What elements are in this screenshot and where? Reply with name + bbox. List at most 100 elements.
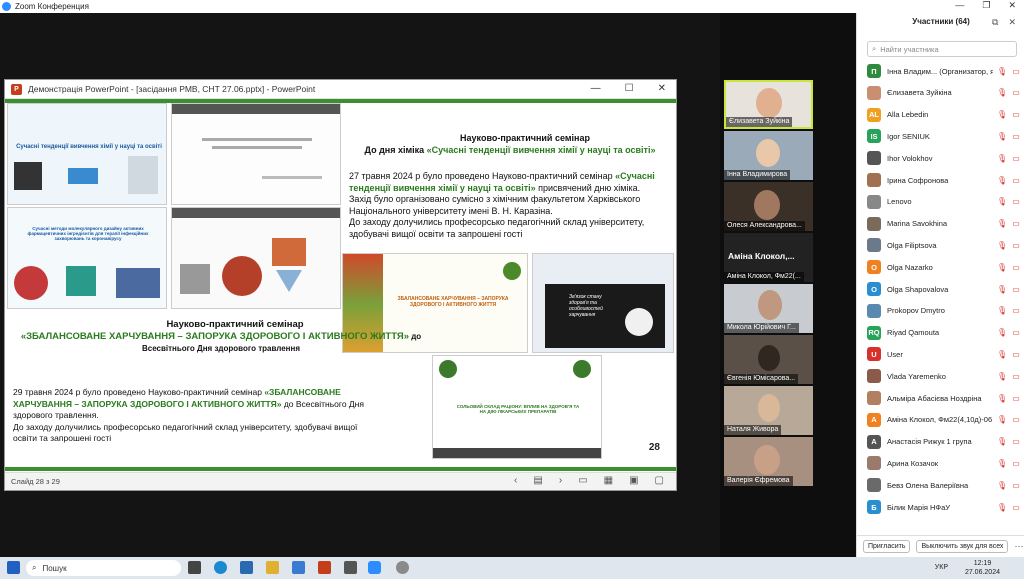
video-tile[interactable]: Єлизавета Зуйкіна <box>724 80 813 129</box>
camera-off-icon[interactable]: ▭ <box>1011 241 1021 250</box>
mic-muted-icon[interactable]: 🎙 <box>997 241 1007 250</box>
mic-muted-icon[interactable]: 🎙 <box>997 154 1007 163</box>
camera-off-icon[interactable]: ▭ <box>1011 503 1021 512</box>
participant-row[interactable]: U User 🎙 ▭ <box>867 345 1021 363</box>
start-icon[interactable] <box>7 561 20 574</box>
video-tile[interactable]: Євгенія Юмісарова... <box>724 335 813 384</box>
mic-muted-icon[interactable]: 🎙 <box>997 503 1007 512</box>
camera-off-icon[interactable]: ▭ <box>1011 132 1021 141</box>
clock[interactable]: 12:19 27.06.2024 <box>965 559 1000 577</box>
camera-off-icon[interactable]: ▭ <box>1011 110 1021 119</box>
video-tile[interactable]: Валерія Єфремова <box>724 437 813 486</box>
participant-row[interactable]: Vlada Yaremenko 🎙 ▭ <box>867 367 1021 385</box>
camera-off-icon[interactable]: ▭ <box>1011 350 1021 359</box>
slide-sorter-icon[interactable]: ▦ <box>604 475 613 486</box>
video-tile[interactable]: Аміна Клокол,... Аміна Клокол, Фм22(... <box>724 233 813 282</box>
mic-muted-icon[interactable]: 🎙 <box>997 437 1007 446</box>
video-tile[interactable]: Микола Юрійович Г... <box>724 284 813 333</box>
notes-icon[interactable]: ▤ <box>533 475 542 486</box>
camera-off-icon[interactable]: ▭ <box>1011 197 1021 206</box>
camera-off-icon[interactable]: ▭ <box>1011 176 1021 185</box>
camera-off-icon[interactable]: ▭ <box>1011 415 1021 424</box>
camera-off-icon[interactable]: ▭ <box>1011 88 1021 97</box>
mic-muted-icon[interactable]: 🎙 <box>997 197 1007 206</box>
mic-muted-icon[interactable]: 🎙 <box>997 328 1007 337</box>
mic-muted-icon[interactable]: 🎙 <box>997 67 1007 76</box>
mic-muted-icon[interactable]: 🎙 <box>997 88 1007 97</box>
camera-off-icon[interactable]: ▭ <box>1011 372 1021 381</box>
mic-muted-icon[interactable]: 🎙 <box>997 415 1007 424</box>
mic-muted-icon[interactable]: 🎙 <box>997 285 1007 294</box>
presenter-view-icon[interactable]: ▢ <box>655 475 664 486</box>
camera-off-icon[interactable]: ▭ <box>1011 67 1021 76</box>
camera-off-icon[interactable]: ▭ <box>1011 437 1021 446</box>
participant-row[interactable]: Бевз Олена Валеріївна 🎙 ▭ <box>867 476 1021 494</box>
zoom-taskbar-icon[interactable] <box>368 561 381 574</box>
participant-row[interactable]: O Olga Nazarko 🎙 ▭ <box>867 258 1021 276</box>
edge-icon[interactable] <box>214 561 227 574</box>
participant-row[interactable]: А Аміна Клокол, Фм22(4,10д)-06 🎙 ▭ <box>867 411 1021 429</box>
video-tile[interactable]: Олеся Александрова... <box>724 182 813 231</box>
participant-row[interactable]: Б Білик Марія НФаУ 🎙 ▭ <box>867 498 1021 516</box>
participant-row[interactable]: Prokopov Dmytro 🎙 ▭ <box>867 302 1021 320</box>
camera-off-icon[interactable]: ▭ <box>1011 394 1021 403</box>
restore-icon[interactable]: ❐ <box>982 0 990 11</box>
mic-muted-icon[interactable]: 🎙 <box>997 263 1007 272</box>
taskbar-search[interactable]: ⌕ Пошук <box>26 560 181 576</box>
normal-view-icon[interactable]: ▭ <box>578 475 587 486</box>
mute-all-button[interactable]: Выключить звук для всех <box>916 540 1009 553</box>
participant-row[interactable]: Lenovo 🎙 ▭ <box>867 193 1021 211</box>
participant-row[interactable]: Olga Filiptsova 🎙 ▭ <box>867 236 1021 254</box>
store-icon[interactable] <box>292 561 305 574</box>
camera-off-icon[interactable]: ▭ <box>1011 263 1021 272</box>
participant-row[interactable]: Єлизавета Зуйкіна 🎙 ▭ <box>867 84 1021 102</box>
mic-muted-icon[interactable]: 🎙 <box>997 110 1007 119</box>
participant-row[interactable]: Ihor Volokhov 🎙 ▭ <box>867 149 1021 167</box>
mic-muted-icon[interactable]: 🎙 <box>997 350 1007 359</box>
camera-off-icon[interactable]: ▭ <box>1011 154 1021 163</box>
participant-row[interactable]: А Анастасія Рижук 1 група 🎙 ▭ <box>867 433 1021 451</box>
powerpoint-taskbar-icon[interactable] <box>318 561 331 574</box>
explorer-icon[interactable] <box>266 561 279 574</box>
mic-muted-icon[interactable]: 🎙 <box>997 219 1007 228</box>
participant-row[interactable]: Marina Savokhina 🎙 ▭ <box>867 215 1021 233</box>
camera-off-icon[interactable]: ▭ <box>1011 306 1021 315</box>
mic-muted-icon[interactable]: 🎙 <box>997 176 1007 185</box>
camera-off-icon[interactable]: ▭ <box>1011 285 1021 294</box>
close-panel-icon[interactable]: ✕ <box>1008 17 1016 28</box>
invite-button[interactable]: Пригласить <box>863 540 911 553</box>
reading-view-icon[interactable]: ▣ <box>629 475 638 486</box>
app-icon[interactable] <box>344 561 357 574</box>
camera-off-icon[interactable]: ▭ <box>1011 481 1021 490</box>
camera-off-icon[interactable]: ▭ <box>1011 328 1021 337</box>
participant-row[interactable]: Альміра Абасієва Ноздріна 🎙 ▭ <box>867 389 1021 407</box>
mail-icon[interactable] <box>240 561 253 574</box>
participant-row[interactable]: IS Igor SENIUK 🎙 ▭ <box>867 127 1021 145</box>
language-indicator[interactable]: УКР <box>935 564 948 571</box>
prev-slide-icon[interactable]: ‹ <box>514 475 517 486</box>
participant-row[interactable]: Арина Козачок 🎙 ▭ <box>867 454 1021 472</box>
camera-off-icon[interactable]: ▭ <box>1011 459 1021 468</box>
mic-muted-icon[interactable]: 🎙 <box>997 481 1007 490</box>
ppt-maximize-icon[interactable]: ☐ <box>625 83 634 94</box>
mic-muted-icon[interactable]: 🎙 <box>997 394 1007 403</box>
task-view-icon[interactable] <box>188 561 201 574</box>
app-icon[interactable] <box>396 561 409 574</box>
ppt-close-icon[interactable]: ✕ <box>658 83 666 94</box>
mic-muted-icon[interactable]: 🎙 <box>997 132 1007 141</box>
participant-row[interactable]: O Olga Shapovalova 🎙 ▭ <box>867 280 1021 298</box>
video-tile[interactable]: Наталя Живора <box>724 386 813 435</box>
participant-search-input[interactable]: ⌕ Найти участника <box>867 41 1017 57</box>
video-tile[interactable]: Інна Владимирова <box>724 131 813 180</box>
mic-muted-icon[interactable]: 🎙 <box>997 459 1007 468</box>
participant-row[interactable]: RQ Riyad Qamouta 🎙 ▭ <box>867 324 1021 342</box>
more-icon[interactable]: ⋯ <box>1014 541 1023 552</box>
close-icon[interactable]: ✕ <box>1008 0 1016 11</box>
ppt-minimize-icon[interactable]: — <box>591 83 601 94</box>
participant-row[interactable]: Ірина Софронова 🎙 ▭ <box>867 171 1021 189</box>
mic-muted-icon[interactable]: 🎙 <box>997 372 1007 381</box>
participant-row[interactable]: П Інна Владим... (Организатор, я) 🎙 ▭ <box>867 62 1021 80</box>
next-slide-icon[interactable]: › <box>559 475 562 486</box>
popout-icon[interactable]: ⧉ <box>992 17 998 28</box>
minimize-icon[interactable]: — <box>955 0 964 11</box>
